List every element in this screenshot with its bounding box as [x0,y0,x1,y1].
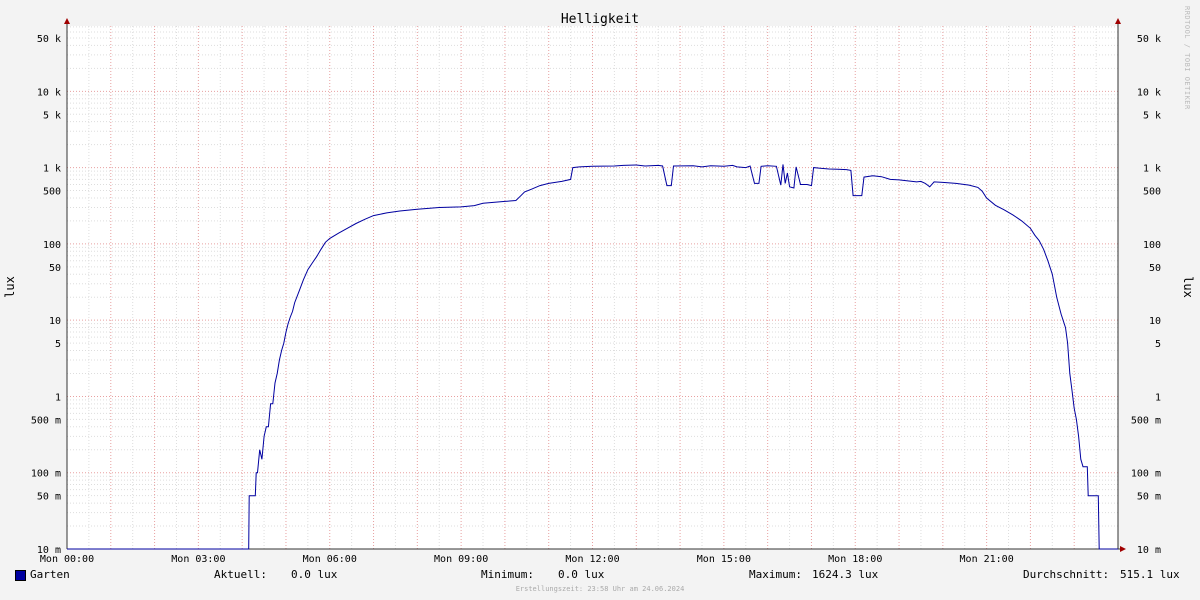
y-tick-label-left: 500 [43,187,61,198]
legend-max-label: Maximum: [749,568,802,581]
y-axis-arrow-right [1115,18,1121,24]
y-tick-label-right: 50 [1149,263,1161,274]
y-tick-label-left: 500 m [31,415,61,426]
chart-canvas: 50 k 50 k 10 k 10 k 5 k 5 k 1 k 1 k 500 500 100 100… [3,12,1195,565]
chart-title: Helligkeit [561,12,639,27]
x-tick-label: Mon 06:00 [303,554,357,565]
x-tick-label: Mon 00:00 [40,554,94,565]
legend-current-value: 0.0 lux [291,568,338,581]
y-tick-label-left: 50 k [37,34,61,45]
footer-timestamp: Erstellungszeit: 23:58 Uhr am 24.06.2024 [515,585,685,593]
x-tick-label: Mon 12:00 [565,554,619,565]
y-tick-label-right: 10 k [1137,87,1161,98]
x-tick-label: Mon 03:00 [171,554,225,565]
legend-current-label: Aktuell: [214,568,267,581]
y-tick-label-left: 50 m [37,492,61,503]
watermark: RRDTOOL / TOBI OETIKER [1183,6,1191,110]
x-tick-label: Mon 18:00 [828,554,882,565]
y-tick-label-right: 100 [1143,240,1161,251]
y-axis-label-left: lux [3,276,17,298]
y-tick-label-left: 1 k [43,164,61,175]
x-axis-arrow [1120,546,1126,552]
legend-max-value: 1624.3 lux [812,568,879,581]
legend-avg-value: 515.1 lux [1120,568,1180,581]
y-tick-label-left: 50 [49,263,61,274]
y-tick-label-right: 10 m [1137,545,1161,556]
y-tick-label-right: 50 k [1137,34,1161,45]
y-tick-label-right: 500 [1143,187,1161,198]
y-tick-label-left: 100 m [31,469,61,480]
x-tick-label: Mon 15:00 [697,554,751,565]
chart-window: 50 k 50 k 10 k 10 k5 k5 k1 k1 k 500 500 100 100… [0,0,1200,600]
y-tick-label-left: 5 k [43,110,61,121]
legend-swatch [15,570,26,581]
y-tick-label-right: 100 m [1131,469,1161,480]
legend-series-name: Garten [30,568,70,581]
y-axis-arrow-left [64,18,70,24]
y-tick-label-right: 50 m [1137,492,1161,503]
y-tick-label-left: 100 [43,240,61,251]
x-tick-label: Mon 21:00 [960,554,1014,565]
y-tick-label-left: 10 [49,316,61,327]
legend-min-label: Minimum: [481,568,534,581]
y-tick-label-right: 5 [1155,339,1161,350]
y-tick-label-right: 1 [1155,392,1161,403]
y-tick-label-right: 500 m [1131,415,1161,426]
y-tick-label-left: 5 [55,339,61,350]
y-tick-label-right: 5 k [1143,110,1161,121]
legend-avg-label: Durchschnitt: [1023,568,1110,581]
x-tick-label: Mon 09:00 [434,554,488,565]
y-tick-label-left: 1 [55,392,61,403]
legend-min-value: 0.0 lux [558,568,605,581]
y-tick-label-left: 10 k [37,87,61,98]
y-tick-label-right: 1 k [1143,164,1161,175]
y-tick-label-right: 10 [1149,316,1161,327]
y-axis-label-right: lux [1181,276,1195,298]
